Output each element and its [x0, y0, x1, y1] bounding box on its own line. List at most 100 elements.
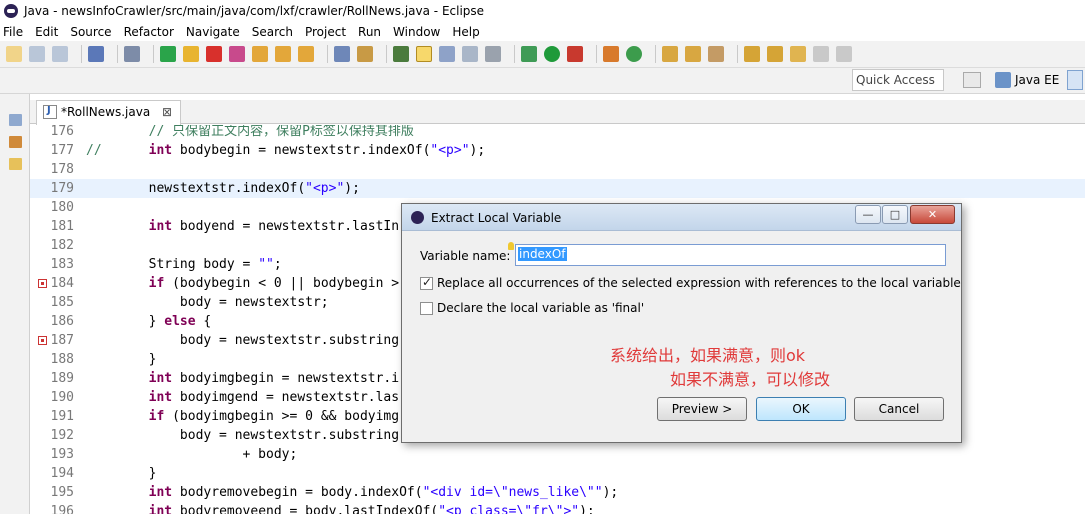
- menu-run[interactable]: Run: [358, 25, 381, 39]
- ok-button[interactable]: OK: [756, 397, 846, 421]
- menu-search[interactable]: Search: [252, 25, 293, 39]
- toolbar-separator: [386, 45, 387, 63]
- step-return-icon[interactable]: [298, 46, 314, 62]
- new-icon[interactable]: [6, 46, 22, 62]
- line-number: 196: [50, 504, 74, 514]
- line-number: 183: [50, 257, 74, 272]
- code-text: int bodyimgbegin = newstextstr.i: [148, 371, 400, 386]
- console-icon[interactable]: [88, 46, 104, 62]
- new-java-class-icon[interactable]: [626, 46, 642, 62]
- error-marker-icon[interactable]: [38, 279, 47, 288]
- toolbar-separator: [117, 45, 118, 63]
- menu-help[interactable]: Help: [452, 25, 479, 39]
- code-line[interactable]: 195 int bodyremovebegin = body.indexOf("…: [30, 483, 1085, 502]
- lightbulb-icon: [508, 242, 514, 250]
- word-wrap-icon[interactable]: [462, 46, 478, 62]
- toggle-breadcrumb-icon[interactable]: [393, 46, 409, 62]
- run-icon[interactable]: [544, 46, 560, 62]
- code-text: int bodyremovebegin = body.indexOf("<div…: [148, 485, 619, 500]
- editor-tab-label: *RollNews.java: [61, 105, 151, 119]
- code-line[interactable]: 196 int bodyremoveend = body.lastIndexOf…: [30, 502, 1085, 514]
- code-text: // int bodybegin = newstextstr.indexOf("…: [86, 143, 486, 158]
- code-line[interactable]: 193 + body;: [30, 445, 1085, 464]
- open-type-icon[interactable]: [662, 46, 678, 62]
- open-perspective-icon[interactable]: [963, 72, 981, 88]
- menu-window[interactable]: Window: [393, 25, 440, 39]
- maximize-button[interactable]: □: [882, 205, 908, 224]
- block-selection-icon[interactable]: [439, 46, 455, 62]
- menu-navigate[interactable]: Navigate: [186, 25, 240, 39]
- line-number: 195: [50, 485, 74, 500]
- step-over-icon[interactable]: [275, 46, 291, 62]
- variable-name-input[interactable]: indexOf: [515, 244, 946, 266]
- outline-icon[interactable]: [9, 158, 22, 170]
- code-line[interactable]: 178: [30, 160, 1085, 179]
- close-button[interactable]: ✕: [910, 205, 955, 224]
- new-java-package-icon[interactable]: [603, 46, 619, 62]
- resume-icon[interactable]: [160, 46, 176, 62]
- code-line[interactable]: 179 newstextstr.indexOf("<p>");: [30, 179, 1085, 198]
- code-text: newstextstr.indexOf("<p>");: [86, 181, 360, 196]
- java-file-icon: [43, 105, 57, 119]
- suspend-icon[interactable]: [183, 46, 199, 62]
- close-icon: ✕: [927, 208, 938, 221]
- line-number: 187: [50, 333, 74, 348]
- back-icon[interactable]: [813, 46, 829, 62]
- menu-refactor[interactable]: Refactor: [124, 25, 174, 39]
- declare-final-label: Declare the local variable as 'final': [437, 301, 645, 315]
- package-explorer-icon[interactable]: [9, 136, 22, 148]
- preview-button[interactable]: Preview >: [657, 397, 747, 421]
- cancel-button[interactable]: Cancel: [854, 397, 944, 421]
- minimize-button[interactable]: —: [855, 205, 881, 224]
- disconnect-icon[interactable]: [229, 46, 245, 62]
- close-tab-icon[interactable]: ⊠: [162, 105, 172, 119]
- code-line[interactable]: 177 // int bodybegin = newstextstr.indexO…: [30, 141, 1085, 160]
- menu-bar: File Edit Source Refactor Navigate Searc…: [0, 22, 1085, 41]
- next-annotation-icon[interactable]: [744, 46, 760, 62]
- replace-all-checkbox[interactable]: [420, 275, 433, 290]
- step-into-icon[interactable]: [252, 46, 268, 62]
- drop-to-frame-icon[interactable]: [334, 46, 350, 62]
- line-number: 181: [50, 219, 74, 234]
- debug-icon[interactable]: [521, 46, 537, 62]
- external-tools-icon[interactable]: [567, 46, 583, 62]
- line-number: 191: [50, 409, 74, 424]
- code-text: int bodyimgend = newstextstr.las: [148, 390, 400, 405]
- terminate-icon[interactable]: [206, 46, 222, 62]
- restore-icon[interactable]: [9, 114, 22, 126]
- use-step-filters-icon[interactable]: [357, 46, 373, 62]
- menu-project[interactable]: Project: [305, 25, 346, 39]
- code-text: if (bodyimgbegin >= 0 && bodyimg: [148, 409, 400, 424]
- menu-file[interactable]: File: [3, 25, 23, 39]
- menu-edit[interactable]: Edit: [35, 25, 58, 39]
- save-icon[interactable]: [29, 46, 45, 62]
- quick-access-field[interactable]: Quick Access: [852, 69, 944, 91]
- extract-local-variable-dialog: Extract Local Variable — □ ✕ Variable na…: [401, 203, 962, 443]
- line-number: 188: [50, 352, 74, 367]
- show-whitespace-icon[interactable]: [485, 46, 501, 62]
- code-line[interactable]: 194 }: [30, 464, 1085, 483]
- declare-final-option[interactable]: Declare the local variable as 'final': [420, 301, 644, 315]
- code-text: int bodyend = newstextstr.lastIn: [148, 219, 400, 234]
- menu-source[interactable]: Source: [70, 25, 111, 39]
- error-marker-icon[interactable]: [38, 336, 47, 345]
- java-perspective-icon[interactable]: [1067, 70, 1083, 90]
- line-number: 180: [50, 200, 74, 215]
- open-task-icon[interactable]: [685, 46, 701, 62]
- save-all-icon[interactable]: [52, 46, 68, 62]
- replace-all-option[interactable]: Replace all occurrences of the selected …: [420, 275, 961, 290]
- editor-tab-rollnews[interactable]: *RollNews.java ⊠: [36, 100, 182, 125]
- mark-occurrences-icon[interactable]: [416, 46, 432, 62]
- perspective-javaee[interactable]: Java EE: [995, 72, 1059, 88]
- search-icon[interactable]: [708, 46, 724, 62]
- previous-annotation-icon[interactable]: [767, 46, 783, 62]
- line-number: 179: [50, 181, 74, 196]
- toolbar-separator: [596, 45, 597, 63]
- toolbar-separator: [655, 45, 656, 63]
- skip-breakpoints-icon[interactable]: [124, 46, 140, 62]
- last-edit-location-icon[interactable]: [790, 46, 806, 62]
- code-line[interactable]: 176 // 只保留正文内容，保留P标签以保持其排版: [30, 125, 1085, 141]
- declare-final-checkbox[interactable]: [420, 301, 433, 315]
- forward-icon[interactable]: [836, 46, 852, 62]
- perspective-label: Java EE: [1015, 73, 1060, 87]
